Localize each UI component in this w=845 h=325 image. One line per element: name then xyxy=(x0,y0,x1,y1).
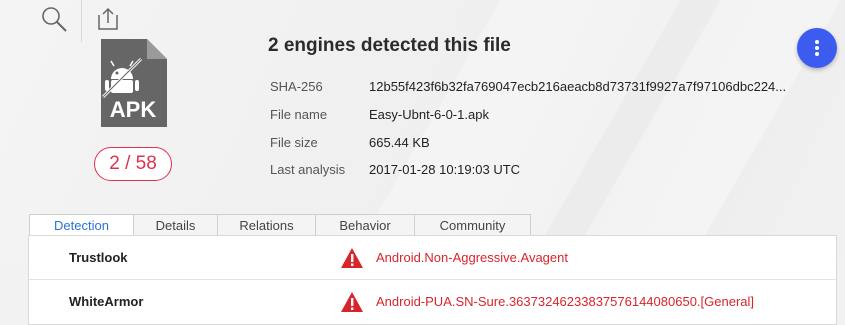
engine-name: WhiteArmor xyxy=(69,294,144,309)
warning-icon xyxy=(341,291,363,312)
detection-score-badge: 2 / 58 xyxy=(94,147,172,181)
warning-icon xyxy=(341,247,363,268)
toolbar-divider xyxy=(81,0,82,42)
engine-name: Trustlook xyxy=(69,250,128,265)
detail-key: File size xyxy=(270,134,318,150)
detail-row-filesize: File size 665.44 KB xyxy=(270,128,786,156)
tab-details[interactable]: Details xyxy=(134,215,218,236)
last-analysis-value: 2017-01-28 10:19:03 UTC xyxy=(369,162,521,178)
filesize-value: 665.44 KB xyxy=(369,134,430,150)
search-icon[interactable] xyxy=(39,4,69,34)
detail-key: File name xyxy=(270,107,328,123)
table-row: Trustlook Android.Non-Aggressive.Avagent xyxy=(29,236,836,280)
tab-behavior[interactable]: Behavior xyxy=(316,215,415,236)
detail-row-last-analysis: Last analysis 2017-01-28 10:19:03 UTC xyxy=(270,156,786,184)
tab-relations[interactable]: Relations xyxy=(218,215,316,236)
detection-results: Trustlook Android.Non-Aggressive.Avagent… xyxy=(28,235,837,325)
tab-community[interactable]: Community xyxy=(415,215,530,236)
tab-detection[interactable]: Detection xyxy=(30,215,134,236)
detail-row-filename: File name Easy-Ubnt-6-0-1.apk xyxy=(270,101,786,129)
table-row: WhiteArmor Android-PUA.SN-Sure.363732462… xyxy=(29,280,836,323)
filename-value: Easy-Ubnt-6-0-1.apk xyxy=(369,107,489,123)
tab-bar: Detection Details Relations Behavior Com… xyxy=(29,214,531,236)
detail-key: Last analysis xyxy=(270,162,346,178)
sha256-value[interactable]: 12b55f423f6b32fa769047ecb216aeacb8d73731… xyxy=(369,79,786,94)
detail-key: SHA-256 xyxy=(270,79,323,95)
upload-icon[interactable] xyxy=(93,4,123,34)
more-options-button[interactable] xyxy=(797,28,837,68)
apk-file-icon: APK xyxy=(99,39,167,129)
detail-row-sha256: SHA-256 12b55f423f6b32fa769047ecb216aeac… xyxy=(270,73,786,101)
page-title: 2 engines detected this file xyxy=(268,35,511,56)
file-details: SHA-256 12b55f423f6b32fa769047ecb216aeac… xyxy=(270,73,786,184)
more-vert-icon xyxy=(815,40,819,56)
file-type-label: APK xyxy=(109,97,157,122)
detection-verdict: Android-PUA.SN-Sure.36373246233837576144… xyxy=(376,294,755,309)
detection-verdict: Android.Non-Aggressive.Avagent xyxy=(376,250,568,265)
